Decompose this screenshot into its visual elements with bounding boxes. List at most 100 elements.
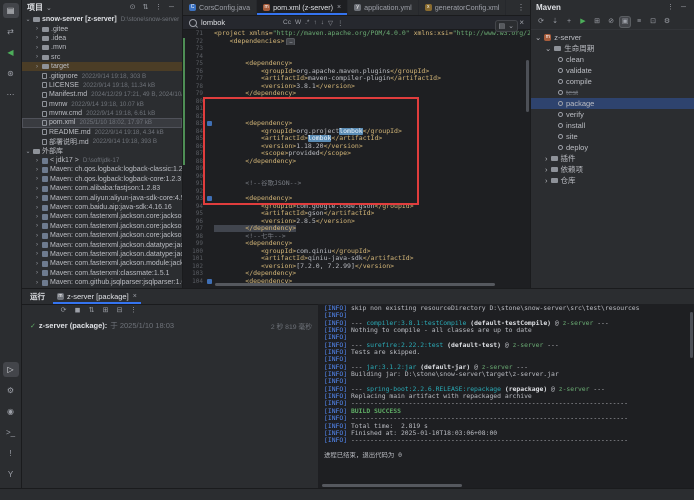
maven-tree-item[interactable]: test (531, 87, 694, 98)
project-tree-item[interactable]: ›Maven: com.fasterxml.jackson.core:jacks… (22, 222, 182, 231)
chevron-icon[interactable]: ⌄ (535, 33, 541, 42)
chevron-down-icon[interactable]: ⌄ (508, 22, 514, 30)
code-line[interactable]: 75 <dependency> (183, 60, 530, 68)
more-icon[interactable]: ⋮ (665, 2, 676, 13)
project-tree-item[interactable]: pom.xml2025/1/10 18:02, 17.97 kB (22, 118, 182, 127)
chevron-icon[interactable]: › (34, 45, 40, 51)
maven-tree-item[interactable]: compile (531, 76, 694, 87)
collapse-all-icon[interactable]: ⇅ (140, 2, 151, 13)
maven-tree-item[interactable]: ›插件 (531, 153, 694, 164)
maven-tree-item[interactable]: install (531, 120, 694, 131)
words-button[interactable]: W (295, 19, 301, 27)
hide-panel-icon[interactable]: ─ (166, 2, 177, 13)
chevron-icon[interactable]: › (34, 176, 40, 182)
run-result-node[interactable]: ✓ z-server (package): 于 2025/1/10 18:03 … (22, 317, 318, 331)
reload-maven-icon[interactable]: ⟳ (535, 16, 547, 28)
skip-tests-icon[interactable]: ▣ (619, 16, 631, 28)
maven-tree-item[interactable]: verify (531, 109, 694, 120)
maven-settings-icon[interactable]: ⚙ (661, 16, 673, 28)
project-tree-item[interactable]: 部署说明.md2022/9/14 19:18, 393 B (22, 137, 182, 146)
code-line[interactable]: 97 </dependency> (183, 225, 530, 233)
chevron-icon[interactable]: › (34, 167, 40, 173)
git-tool-icon[interactable]: Y (3, 467, 19, 482)
chevron-icon[interactable]: › (34, 26, 40, 32)
problems-tool-icon[interactable]: ! (3, 446, 19, 461)
chevron-down-icon[interactable]: ⌄ (46, 4, 52, 12)
chevron-icon[interactable]: › (34, 158, 40, 164)
project-tree-item[interactable]: ›Maven: com.fasterxml.jackson.datatype:j… (22, 250, 182, 259)
editor-vertical-scrollbar[interactable] (526, 60, 529, 112)
match-case-button[interactable]: Cc (283, 19, 291, 27)
code-line[interactable]: 86 <version>1.18.20</version> (183, 143, 530, 151)
chevron-icon[interactable]: › (545, 154, 548, 163)
filter-search-icon[interactable]: ▽ (328, 19, 333, 27)
close-search-icon[interactable]: × (519, 18, 524, 27)
regex-button[interactable]: .* (305, 19, 309, 27)
prev-match-icon[interactable]: ↑ (313, 19, 316, 27)
editor-tab[interactable]: xgeneratorConfig.xml (419, 0, 507, 15)
chevron-icon[interactable]: › (34, 195, 40, 201)
locate-file-icon[interactable]: ⊙ (127, 2, 138, 13)
code-line[interactable]: 84 <groupId>org.projectlombok</groupId> (183, 128, 530, 136)
add-maven-project-icon[interactable]: + (563, 16, 575, 28)
maven-tree-item[interactable]: clean (531, 54, 694, 65)
console-vertical-scrollbar[interactable] (690, 312, 693, 358)
maven-tree-item[interactable]: ⌄mz-server (531, 32, 694, 43)
search-more-icon[interactable]: ⋮ (337, 19, 344, 27)
project-tree-item[interactable]: Manifest.md2024/12/29 17:21, 49 B, 2024/… (22, 90, 182, 99)
code-line[interactable]: 74 (183, 53, 530, 61)
collapse-all-icon[interactable]: ≡ (633, 16, 645, 28)
chevron-icon[interactable]: › (34, 186, 40, 192)
close-tab-icon[interactable]: × (337, 4, 341, 11)
stop-icon[interactable]: ◼ (72, 305, 83, 316)
project-tree-item[interactable]: ›.gitee (22, 24, 182, 33)
editor-tab[interactable]: yapplication.yml (348, 0, 419, 15)
project-tree-item[interactable]: ›Maven: com.github.jsqlparser:jsqlparser… (22, 278, 182, 287)
project-tree-item[interactable]: ⌄外部库 (22, 146, 182, 155)
project-tool-icon[interactable]: ▤ (3, 3, 19, 18)
expand-all-icon[interactable]: ⊞ (100, 305, 111, 316)
code-line[interactable]: 102 <version>[7.2.0, 7.2.99]</version> (183, 263, 530, 271)
code-line[interactable]: 99 <dependency> (183, 240, 530, 248)
code-line[interactable]: 88 </dependency> (183, 158, 530, 166)
code-line[interactable]: 96 <version>2.8.5</version> (183, 218, 530, 226)
chevron-icon[interactable]: › (34, 261, 40, 267)
project-tree-item[interactable]: ›Maven: com.alibaba:fastjson:1.2.83 (22, 184, 182, 193)
code-line[interactable]: 87 <scope>provided</scope> (183, 150, 530, 158)
code-line[interactable]: 94 <groupId>com.google.code.gson</groupI… (183, 203, 530, 211)
maven-tree-item[interactable]: validate (531, 65, 694, 76)
close-tab-icon[interactable]: × (133, 293, 137, 300)
project-tree-item[interactable]: ›Maven: com.fasterxml.jackson.datatype:j… (22, 240, 182, 249)
rerun-icon[interactable]: ⟳ (58, 305, 69, 316)
code-line[interactable]: 95 <artifactId>gson</artifactId> (183, 210, 530, 218)
project-tree-item[interactable]: ›Maven: com.fasterxml:classmate:1.5.1 (22, 269, 182, 278)
project-tree-item[interactable]: ⌄snow-server [z-server]D:\stone\snow-ser… (22, 15, 182, 24)
code-line[interactable]: 72 <dependencies>… (183, 38, 530, 46)
project-tree-item[interactable]: ›Maven: com.fasterxml.jackson.module:jac… (22, 259, 182, 268)
chevron-icon[interactable]: › (545, 165, 548, 174)
code-area[interactable]: 71<project xmlns="http://maven.apache.or… (183, 30, 530, 285)
search-input[interactable]: lombok (201, 18, 271, 27)
code-line[interactable]: 91 <!--谷歌JSON--> (183, 180, 530, 188)
project-tree-item[interactable]: ›Maven: com.aliyun:aliyun-java-sdk-core:… (22, 193, 182, 202)
project-tree-item[interactable]: mvnw.cmd2022/9/14 19:18, 6.61 kB (22, 109, 182, 118)
maven-tree-item[interactable]: package (531, 98, 694, 109)
project-tree-item[interactable]: .gitignore2022/9/14 19:18, 303 B (22, 71, 182, 80)
run-tool-icon[interactable]: ▷ (3, 362, 19, 377)
debug-tool-icon[interactable]: ◉ (3, 404, 19, 419)
toggle-offline-icon[interactable]: ⊘ (605, 16, 617, 28)
code-line[interactable]: 73 (183, 45, 530, 53)
code-line[interactable]: 80 (183, 98, 530, 106)
code-line[interactable]: 98 <!--七牛--> (183, 233, 530, 241)
chevron-icon[interactable]: › (34, 214, 40, 220)
chevron-icon[interactable]: › (545, 176, 548, 185)
code-line[interactable]: 71<project xmlns="http://maven.apache.or… (183, 30, 530, 38)
editor-tab[interactable]: mpom.xml (z-server)× (257, 0, 348, 15)
tab-options-icon[interactable]: ⋮ (512, 0, 530, 15)
code-line[interactable]: 101 <artifactId>qiniu-java-sdk</artifact… (183, 255, 530, 263)
project-tree-item[interactable]: LICENSE2022/9/14 19:18, 11.34 kB (22, 81, 182, 90)
code-line[interactable]: 103 </dependency> (183, 270, 530, 278)
chevron-icon[interactable]: › (34, 35, 40, 41)
editor-horizontal-scrollbar[interactable] (215, 283, 495, 286)
code-line[interactable]: 85 <artifactId>lombok</artifactId> (183, 135, 530, 143)
